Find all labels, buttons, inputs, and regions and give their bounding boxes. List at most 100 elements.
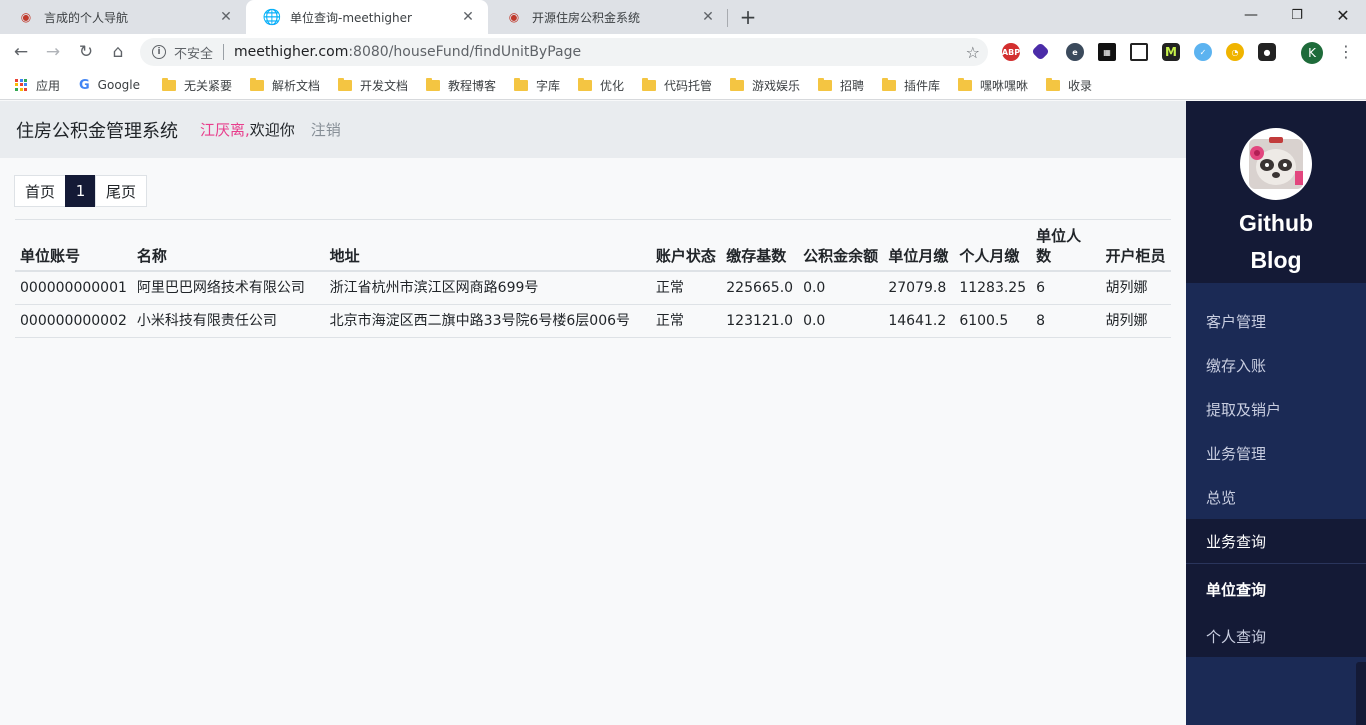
folder-icon xyxy=(1046,77,1060,91)
table-row: 000000000002 小米科技有限责任公司 北京市海淀区西二旗中路33号院6… xyxy=(15,304,1171,338)
blog-title[interactable]: Github Blog xyxy=(1186,205,1366,279)
bookmark-label: Google xyxy=(97,78,140,92)
tab-housing-fund[interactable]: ◉ 开源住房公积金系统 ✕ xyxy=(488,0,728,34)
sidebar-item-business[interactable]: 业务管理 xyxy=(1186,431,1366,475)
address-bar[interactable]: i 不安全 meethigher.com :8080/houseFund/fin… xyxy=(140,38,988,66)
bookmark-label: 无关紧要 xyxy=(184,78,233,93)
bookmark-folder[interactable]: 嘿咻嘿咻 xyxy=(958,76,1028,94)
bookmark-folder[interactable]: 游戏娱乐 xyxy=(730,76,800,94)
sidebar-subitem-personal-query[interactable]: 个人查询 xyxy=(1186,613,1366,659)
folder-icon xyxy=(162,77,176,91)
table-cell: 11283.25 xyxy=(954,271,1032,305)
table-cell: 000000000001 xyxy=(15,271,132,305)
table-header-row: 单位账号 名称 地址 账户状态 缴存基数 公积金余额 单位月缴 个人月缴 单位人… xyxy=(15,219,1171,272)
bookmark-label: 代码托管 xyxy=(664,78,713,93)
bookmark-folder[interactable]: 插件库 xyxy=(882,76,940,94)
logout-link[interactable]: 注销 xyxy=(311,119,341,140)
folder-icon xyxy=(642,77,656,91)
table-cell: 胡列娜 xyxy=(1100,304,1171,338)
scroll-indicator[interactable] xyxy=(1356,662,1366,725)
tab-separator xyxy=(727,9,728,27)
close-icon[interactable]: ✕ xyxy=(460,9,476,25)
bookmark-folder[interactable]: 收录 xyxy=(1046,76,1092,94)
table-cell: 225665.0 xyxy=(721,271,799,305)
diamond-extension-icon[interactable] xyxy=(1031,42,1050,61)
bookmark-label: 解析文档 xyxy=(272,78,321,93)
tab-unit-query[interactable]: 🌐 单位查询-meethigher ✕ xyxy=(246,0,488,34)
bookmark-label: 游戏娱乐 xyxy=(752,78,801,93)
forward-arrow-icon[interactable]: → xyxy=(42,41,64,63)
sidebar-item-withdraw[interactable]: 提取及销户 xyxy=(1186,387,1366,431)
browser-toolbar: ← → ↻ ⌂ i 不安全 meethigher.com :8080/house… xyxy=(0,34,1366,70)
more-vertical-icon[interactable]: ⋮ xyxy=(1338,42,1354,61)
restore-icon[interactable]: ❐ xyxy=(1274,0,1320,30)
sidebar-item-customer[interactable]: 客户管理 xyxy=(1186,299,1366,343)
sidebar: Github Blog 客户管理 缴存入账 提取及销户 业务管理 总览 业务查询… xyxy=(1186,101,1366,725)
column-header: 个人月缴 xyxy=(954,219,1032,272)
adblock-plus-icon[interactable]: ABP xyxy=(1002,43,1020,61)
qr-code-icon[interactable]: ▦ xyxy=(1098,43,1116,61)
bookmark-folder[interactable]: 无关紧要 xyxy=(162,76,232,94)
home-icon[interactable]: ⌂ xyxy=(107,41,129,63)
bookmark-apps[interactable]: 应用 xyxy=(15,76,60,94)
close-icon[interactable]: ✕ xyxy=(218,9,234,25)
bookmark-folder[interactable]: 代码托管 xyxy=(642,76,712,94)
first-page-button[interactable]: 首页 xyxy=(14,175,67,207)
close-icon[interactable]: ✕ xyxy=(700,9,716,25)
app-header: 住房公积金管理系统 江厌离, 欢迎你 注销 xyxy=(0,101,1186,158)
column-header: 名称 xyxy=(131,219,325,272)
check-extension-icon[interactable]: ✓ xyxy=(1194,43,1212,61)
profile-avatar[interactable]: K xyxy=(1301,42,1323,64)
m-extension-icon[interactable]: M xyxy=(1162,43,1180,61)
sidebar-item-overview[interactable]: 总览 xyxy=(1186,475,1366,519)
sidebar-item-query[interactable]: 业务查询 xyxy=(1186,519,1366,563)
sidebar-subitem-unit-query[interactable]: 单位查询 xyxy=(1186,566,1366,612)
folder-icon xyxy=(730,77,744,91)
bookmark-folder[interactable]: 招聘 xyxy=(818,76,864,94)
info-icon[interactable]: i xyxy=(152,45,166,59)
bookmark-folder[interactable]: 教程博客 xyxy=(426,76,496,94)
new-tab-plus-icon[interactable]: + xyxy=(737,5,759,29)
browser-tab-strip: ◉ 言成的个人导航 ✕ 🌐 单位查询-meethigher ✕ ◉ 开源住房公积… xyxy=(0,0,1366,34)
e-extension-icon[interactable]: e xyxy=(1066,43,1084,61)
table-cell: 胡列娜 xyxy=(1100,271,1171,305)
panda-favicon-icon: ◉ xyxy=(20,10,32,24)
tab-personal-nav[interactable]: ◉ 言成的个人导航 ✕ xyxy=(0,0,246,34)
window-close-icon[interactable]: ✕ xyxy=(1320,0,1366,30)
bookmark-folder[interactable]: 字库 xyxy=(514,76,560,94)
last-page-button[interactable]: 尾页 xyxy=(95,175,148,207)
folder-icon xyxy=(818,77,832,91)
minimize-icon[interactable]: — xyxy=(1228,0,1274,30)
column-header: 单位账号 xyxy=(15,219,132,272)
clock-extension-icon[interactable]: ◔ xyxy=(1226,43,1244,61)
bookmark-label: 优化 xyxy=(600,78,625,93)
folder-icon xyxy=(250,77,264,91)
page-content: 住房公积金管理系统 江厌离, 欢迎你 注销 首页 1 尾页 单位账号 名称 地址… xyxy=(0,101,1186,725)
column-header: 地址 xyxy=(324,219,651,272)
bookmark-folder[interactable]: 开发文档 xyxy=(338,76,408,94)
spy-extension-icon[interactable]: ● xyxy=(1258,43,1276,61)
sidebar-item-deposit[interactable]: 缴存入账 xyxy=(1186,343,1366,387)
folder-icon xyxy=(514,77,528,91)
globe-icon: 🌐 xyxy=(262,8,282,26)
column-header: 单位人数 xyxy=(1031,219,1101,272)
bookmark-star-icon[interactable]: ☆ xyxy=(966,43,980,62)
avatar[interactable] xyxy=(1240,128,1312,200)
column-header: 开户柜员 xyxy=(1100,219,1171,272)
column-header: 单位月缴 xyxy=(883,219,955,272)
bookmark-label: 教程博客 xyxy=(448,78,497,93)
page-1-button[interactable]: 1 xyxy=(65,175,97,207)
table-cell: 北京市海淀区西二旗中路33号院6号楼6层006号 xyxy=(324,304,651,338)
back-arrow-icon[interactable]: ← xyxy=(10,41,32,63)
reload-icon[interactable]: ↻ xyxy=(75,41,97,63)
picture-in-picture-icon[interactable] xyxy=(1130,43,1148,61)
table-cell: 正常 xyxy=(650,271,722,305)
folder-icon xyxy=(578,77,592,91)
folder-icon xyxy=(338,77,352,91)
bookmark-folder[interactable]: 优化 xyxy=(578,76,624,94)
bookmark-google[interactable]: G Google xyxy=(79,76,140,94)
bookmark-folder[interactable]: 解析文档 xyxy=(250,76,320,94)
bookmark-label: 开发文档 xyxy=(360,78,409,93)
unit-table: 单位账号 名称 地址 账户状态 缴存基数 公积金余额 单位月缴 个人月缴 单位人… xyxy=(15,219,1171,338)
bookmark-label: 应用 xyxy=(36,78,61,93)
